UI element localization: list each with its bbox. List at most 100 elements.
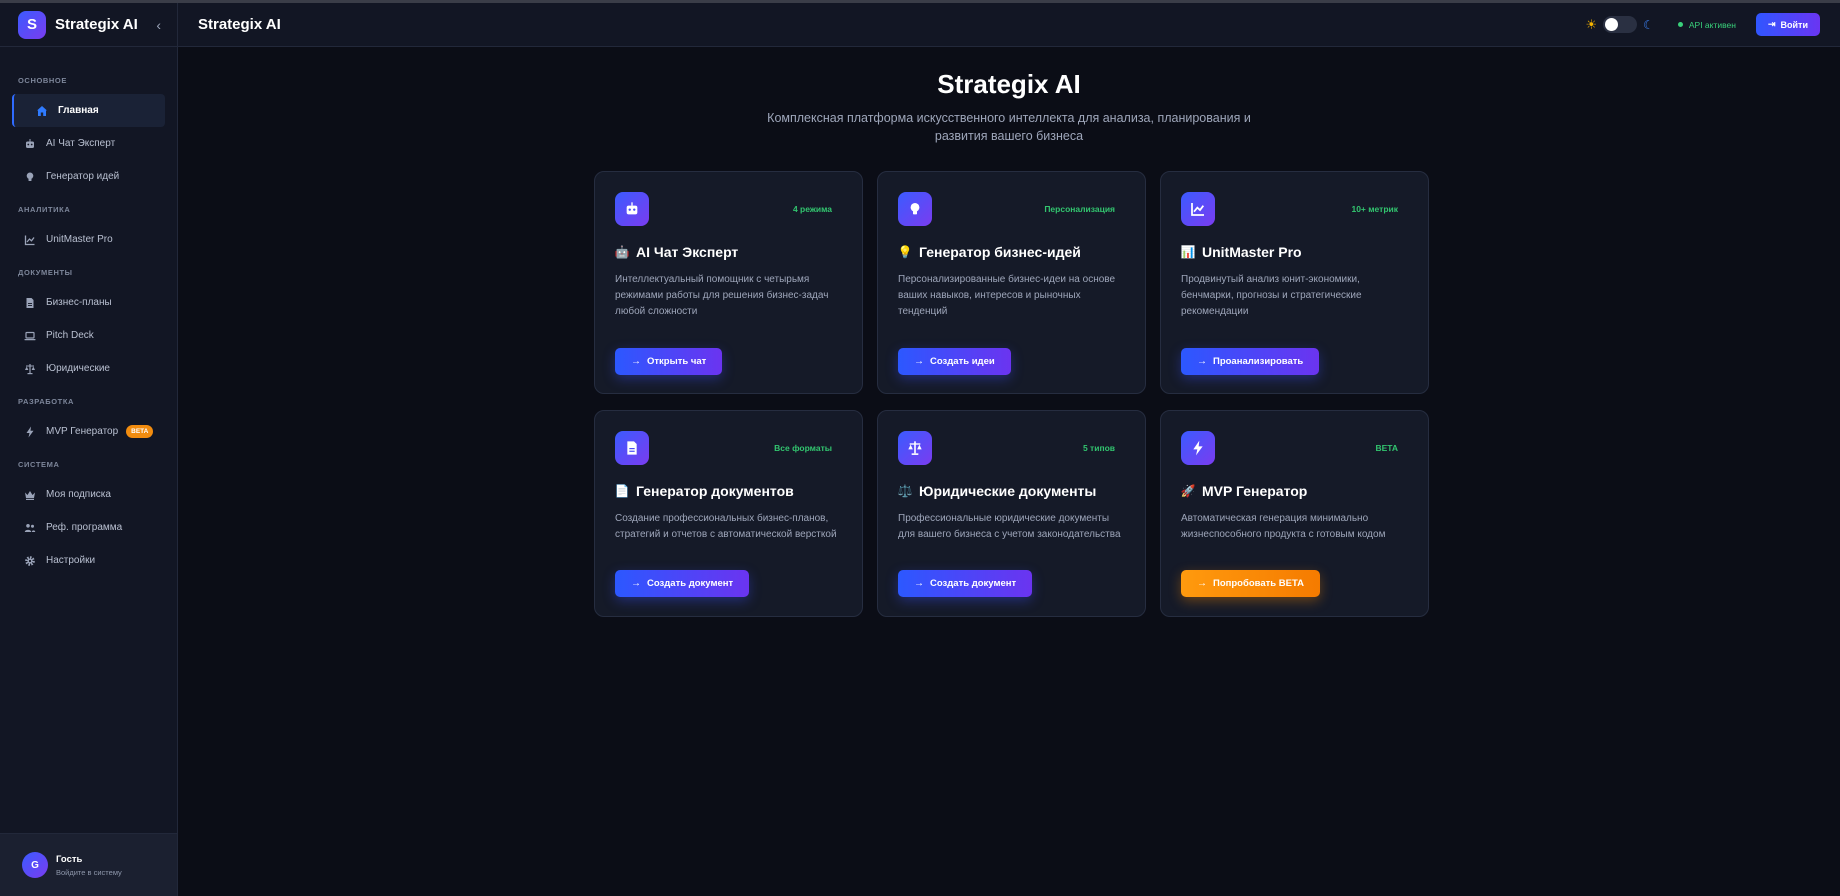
sidebar-item-business-plans[interactable]: Бизнес-планы xyxy=(0,286,177,319)
api-status: API активен xyxy=(1677,20,1736,30)
create-document-button[interactable]: → Создать документ xyxy=(615,570,750,597)
sidebar-item-label: Pitch Deck xyxy=(46,330,94,341)
create-ideas-button[interactable]: → Создать идеи xyxy=(898,348,1011,375)
sidebar-header: S Strategix AI ‹ xyxy=(0,3,177,47)
chart-line-icon xyxy=(24,234,36,246)
sidebar-item-mvp-generator[interactable]: MVP Генератор BETA xyxy=(0,415,177,448)
card-title: AI Чат Эксперт xyxy=(636,244,739,260)
home-icon xyxy=(36,105,48,117)
chevron-left-icon[interactable]: ‹ xyxy=(156,17,161,33)
analyze-button[interactable]: → Проанализировать xyxy=(1181,348,1320,375)
sun-icon: ☀ xyxy=(1585,16,1598,32)
arrow-right-icon: → xyxy=(914,356,924,367)
toggle-knob xyxy=(1605,18,1619,31)
button-label: Создать документ xyxy=(647,578,734,589)
card-title: Юридические документы xyxy=(919,483,1097,499)
card-description: Автоматическая генерация минимально жизн… xyxy=(1181,513,1386,540)
sidebar-item-subscription[interactable]: Моя подписка xyxy=(0,478,177,511)
sidebar: S Strategix AI ‹ ОСНОВНОЕ Главная AI Чат… xyxy=(0,3,178,896)
sidebar-item-label: UnitMaster Pro xyxy=(46,234,113,245)
sidebar-item-label: MVP Генератор xyxy=(46,426,119,437)
button-label: Открыть чат xyxy=(647,356,707,367)
button-label: Создать документ xyxy=(930,578,1017,589)
brand-logo[interactable]: S xyxy=(18,10,46,39)
card-description: Продвинутый анализ юнит-экономики, бенчм… xyxy=(1181,274,1362,317)
feature-card-unitmaster: 10+ метрик 📊 UnitMaster Pro Продвинутый а… xyxy=(1160,171,1429,394)
card-badge: Персонализация xyxy=(1044,204,1115,214)
user-name: Гость xyxy=(56,853,83,865)
theme-toggle-group: ☀ ☾ xyxy=(1585,16,1654,33)
rocket-emoji-icon: 🚀 xyxy=(1180,484,1196,498)
feature-card-idea-generator: Персонализация 💡 Генератор бизнес-идей Пе… xyxy=(877,171,1146,394)
card-badge: 4 режима xyxy=(792,204,832,214)
laptop-icon xyxy=(24,330,36,342)
file-icon xyxy=(615,431,649,465)
robot-emoji-icon: 🤖 xyxy=(614,245,630,259)
card-title: Генератор бизнес-идей xyxy=(919,244,1081,260)
card-title: UnitMaster Pro xyxy=(1202,244,1302,260)
button-label: Проанализировать xyxy=(1213,356,1304,367)
card-title: MVP Генератор xyxy=(1202,483,1308,499)
sidebar-item-referral[interactable]: Реф. программа xyxy=(0,511,177,544)
lightbulb-emoji-icon: 💡 xyxy=(897,245,913,259)
sidebar-item-home[interactable]: Главная xyxy=(12,94,165,127)
card-badge: BETA xyxy=(1375,443,1398,453)
button-label: Попробовать BETA xyxy=(1213,578,1304,589)
arrow-right-icon: → xyxy=(1197,578,1207,589)
arrow-right-icon: → xyxy=(631,356,641,367)
moon-icon: ☾ xyxy=(1643,17,1654,32)
card-badge: 10+ метрик xyxy=(1351,204,1398,214)
status-dot-icon xyxy=(1677,22,1683,27)
theme-toggle[interactable] xyxy=(1603,16,1638,33)
login-button[interactable]: ⇥ Войти xyxy=(1755,13,1820,36)
card-badge: Все форматы xyxy=(774,443,832,453)
create-legal-document-button[interactable]: → Создать документ xyxy=(898,570,1033,597)
open-chat-button[interactable]: → Открыть чат xyxy=(615,348,723,375)
sidebar-item-label: Настройки xyxy=(46,555,96,566)
section-title-analytics: АНАЛИТИКА xyxy=(18,205,71,214)
sidebar-item-pitch-deck[interactable]: Pitch Deck xyxy=(0,319,177,352)
hero-title: Strategix AI xyxy=(937,69,1081,99)
sidebar-item-label: Моя подписка xyxy=(46,489,111,500)
robot-icon xyxy=(24,138,36,150)
section-title-main: ОСНОВНОЕ xyxy=(18,76,67,85)
bolt-icon xyxy=(24,426,36,438)
gear-icon xyxy=(24,555,36,567)
sign-in-icon: ⇥ xyxy=(1767,19,1776,29)
lightbulb-icon xyxy=(898,192,932,226)
sidebar-item-ai-chat[interactable]: AI Чат Эксперт xyxy=(0,127,177,160)
arrow-right-icon: → xyxy=(1197,356,1207,367)
sidebar-item-unitmaster[interactable]: UnitMaster Pro xyxy=(0,223,177,256)
sidebar-item-legal[interactable]: Юридические xyxy=(0,352,177,385)
beta-badge: BETA xyxy=(126,425,154,438)
document-emoji-icon: 📄 xyxy=(614,484,630,498)
sidebar-item-label: AI Чат Эксперт xyxy=(46,138,116,149)
section-title-documents: ДОКУМЕНТЫ xyxy=(18,268,73,277)
sidebar-item-label: Генератор идей xyxy=(46,171,120,182)
feature-card-ai-chat: 4 режима 🤖 AI Чат Эксперт Интеллектуальны… xyxy=(594,171,863,394)
sidebar-item-idea-generator[interactable]: Генератор идей xyxy=(0,160,177,193)
arrow-right-icon: → xyxy=(631,578,641,589)
bar-chart-emoji-icon: 📊 xyxy=(1180,245,1196,259)
feature-card-legal-documents: 5 типов ⚖️ Юридические документы Професси… xyxy=(877,410,1146,617)
user-status: Войдите в систему xyxy=(56,867,122,877)
user-panel[interactable]: G Гость Войдите в систему xyxy=(0,833,177,896)
users-icon xyxy=(24,522,36,534)
main-content: Strategix AI Комплексная платформа искус… xyxy=(178,47,1840,896)
scales-emoji-icon: ⚖️ xyxy=(897,484,913,498)
card-description: Профессиональные юридические документы д… xyxy=(898,513,1121,540)
card-description: Персонализированные бизнес-идеи на основ… xyxy=(898,274,1116,317)
arrow-right-icon: → xyxy=(914,578,924,589)
page-title: Strategix AI xyxy=(198,16,281,33)
login-label: Войти xyxy=(1780,19,1808,30)
user-meta: Гость Войдите в систему xyxy=(56,854,122,877)
card-description: Создание профессиональных бизнес-планов,… xyxy=(615,513,837,540)
crown-icon xyxy=(24,489,36,501)
file-icon xyxy=(24,297,36,309)
sidebar-item-label: Юридические xyxy=(46,363,110,374)
try-beta-button[interactable]: → Попробовать BETA xyxy=(1181,570,1320,597)
sidebar-item-settings[interactable]: Настройки xyxy=(0,544,177,577)
sidebar-item-label: Бизнес-планы xyxy=(46,297,112,308)
app-root: S Strategix AI ‹ ОСНОВНОЕ Главная AI Чат… xyxy=(0,0,1840,896)
card-description: Интеллектуальный помощник с четырьмя реж… xyxy=(615,274,829,317)
